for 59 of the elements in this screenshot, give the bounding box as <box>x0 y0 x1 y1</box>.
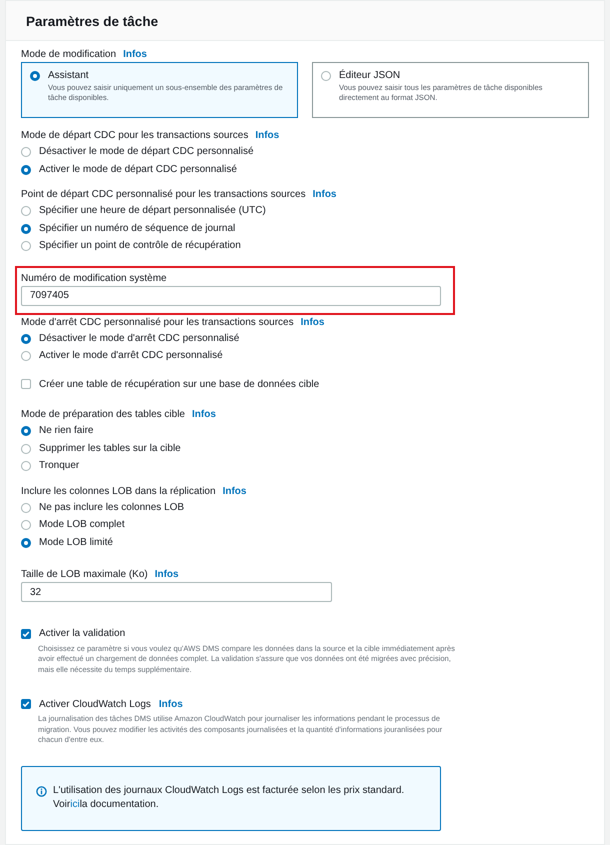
info-icon <box>36 786 47 797</box>
group-label: Mode de départ CDC pour les transactions sources <box>21 130 248 141</box>
info-link[interactable]: Infos <box>123 49 147 60</box>
radio-label: Désactiver le mode de départ CDC personnalisé <box>39 146 254 158</box>
info-link[interactable]: Infos <box>154 569 179 580</box>
radio-button[interactable] <box>321 71 331 81</box>
checkbox[interactable] <box>21 379 31 390</box>
info-link[interactable]: Infos <box>300 316 324 328</box>
radio-button[interactable] <box>21 444 31 454</box>
tile-title: Assistant <box>48 70 90 81</box>
checkbox-label: Créer une table de récupération sur une base de données cible <box>39 378 320 390</box>
text-field[interactable]: 7097405 <box>21 286 441 306</box>
radio-button[interactable] <box>21 224 31 234</box>
radio-button[interactable] <box>30 71 40 81</box>
radio-button[interactable] <box>21 426 31 436</box>
radio-button[interactable] <box>21 147 31 158</box>
group-label: Numéro de modification système <box>21 272 167 284</box>
radio-label: Tronquer <box>39 460 80 472</box>
alert-text: L'utilisation des journaux CloudWatch Logs est facturée selon les prix standard. <box>53 784 404 798</box>
info-link[interactable]: Infos <box>222 486 246 496</box>
group-label: Mode d'arrêt CDC personnalisé pour les transactions sources <box>21 316 294 328</box>
radio-button[interactable] <box>21 461 31 472</box>
alert-text: Voiricila documentation. <box>53 798 160 812</box>
radio-label: Ne rien faire <box>39 425 94 436</box>
radio-label: Spécifier un numéro de séquence de journal <box>39 222 236 234</box>
radio-label: Spécifier un point de contrôle de récupération <box>39 240 241 252</box>
info-link[interactable]: Infos <box>192 409 216 420</box>
radio-button[interactable] <box>21 164 31 175</box>
radio-button[interactable] <box>21 206 31 216</box>
tile-title: Éditeur JSON <box>339 70 402 81</box>
info-link[interactable]: Infos <box>312 189 336 200</box>
radio-label: Mode LOB complet <box>39 519 125 530</box>
documentation-link[interactable]: ici <box>70 799 80 810</box>
radio-button[interactable] <box>21 502 31 513</box>
checkbox[interactable] <box>21 628 31 639</box>
info-link[interactable]: Infos <box>158 698 183 710</box>
checkbox-label: Activer la validation <box>39 628 126 640</box>
radio-label: Mode LOB limité <box>39 536 113 548</box>
panel-title: Paramètres de tâche <box>26 14 160 29</box>
info-link[interactable]: Infos <box>255 130 280 141</box>
radio-label: Activer le mode d'arrêt CDC personnalisé <box>39 350 223 362</box>
group-label: Point de départ CDC personnalisé pour les transactions sources <box>21 189 306 200</box>
group-label: Mode de préparation des tables cible <box>21 409 185 420</box>
group-label: Taille de LOB maximale (Ko) <box>21 569 148 580</box>
group-label: Mode de modification <box>21 49 116 60</box>
radio-button[interactable] <box>21 538 31 548</box>
radio-label: Spécifier une heure de départ personnalisée (UTC) <box>39 205 266 216</box>
group-label: Inclure les colonnes LOB dans la réplication <box>21 486 216 496</box>
checkbox[interactable] <box>21 699 31 710</box>
radio-label: Ne pas inclure les colonnes LOB <box>39 502 184 513</box>
radio-button[interactable] <box>21 351 31 362</box>
radio-button[interactable] <box>21 334 31 344</box>
radio-label: Activer le mode de départ CDC personnalisé <box>39 164 237 175</box>
text-field[interactable]: 32 <box>21 582 332 602</box>
radio-button[interactable] <box>21 520 31 530</box>
radio-label: Supprimer les tables sur la cible <box>39 442 181 454</box>
radio-button[interactable] <box>21 241 31 252</box>
radio-label: Désactiver le mode d'arrêt CDC personnalisé <box>39 332 240 344</box>
checkbox-label: Activer CloudWatch Logs <box>39 698 151 710</box>
